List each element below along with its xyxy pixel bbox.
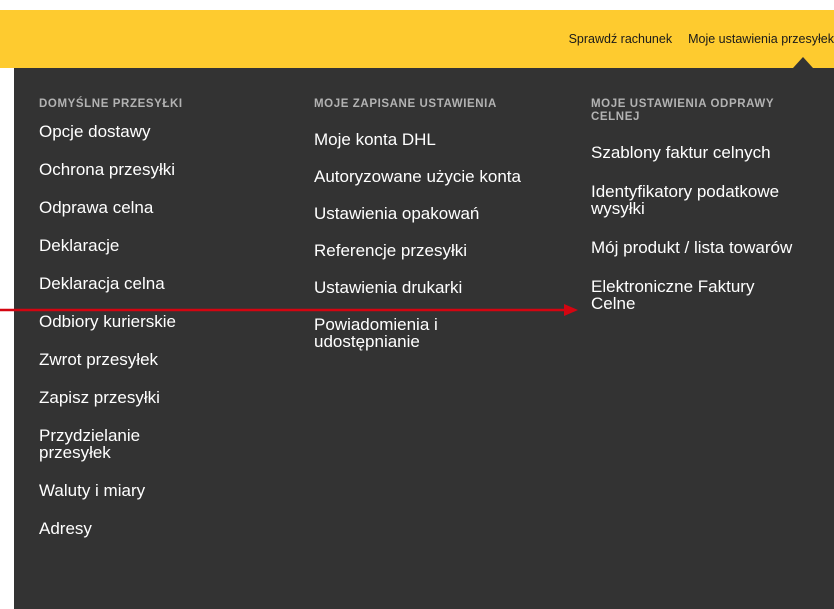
menu-item-return-shipments[interactable]: Zwrot przesyłek <box>39 351 269 368</box>
check-account-link[interactable]: Sprawdź rachunek <box>569 32 673 46</box>
column-heading: DOMYŚLNE PRZESYŁKI <box>39 98 183 110</box>
menu-item-customs-clearance[interactable]: Odprawa celna <box>39 199 269 216</box>
menu-column-default-shipments: DOMYŚLNE PRZESYŁKI Opcje dostawy Ochrona… <box>39 98 269 558</box>
menu-item-save-shipments[interactable]: Zapisz przesyłki <box>39 389 269 406</box>
red-arrow-icon <box>0 304 578 316</box>
column-heading: MOJE USTAWIENIA ODPRAWY CELNEJ <box>591 98 774 123</box>
menu-item-notifications-sharing[interactable]: Powiadomienia i udostępnianie <box>314 316 539 350</box>
menu-list: Szablony faktur celnych Identyfikatory p… <box>591 144 826 312</box>
caret-up-icon <box>793 57 813 68</box>
menu-column-customs-settings: MOJE USTAWIENIA ODPRAWY CELNEJ Szablony … <box>591 98 826 334</box>
shipping-settings-dropdown: DOMYŚLNE PRZESYŁKI Opcje dostawy Ochrona… <box>14 68 834 609</box>
menu-item-printer-settings[interactable]: Ustawienia drukarki <box>314 279 554 296</box>
menu-item-packaging-settings[interactable]: Ustawienia opakowań <box>314 205 554 222</box>
menu-item-assign-shipments[interactable]: Przydzielanie przesyłek <box>39 427 209 461</box>
menu-item-electronic-invoices[interactable]: Elektroniczne Faktury Celne <box>591 278 801 312</box>
column-heading: MOJE ZAPISANE USTAWIENIA <box>314 98 497 110</box>
menu-item-customs-declaration[interactable]: Deklaracja celna <box>39 275 269 292</box>
menu-item-declarations[interactable]: Deklaracje <box>39 237 269 254</box>
red-arrow-head <box>564 304 578 316</box>
menu-item-shipment-references[interactable]: Referencje przesyłki <box>314 242 554 259</box>
menu-item-addresses[interactable]: Adresy <box>39 520 269 537</box>
menu-item-customs-invoice-templates[interactable]: Szablony faktur celnych <box>591 144 801 161</box>
menu-item-dhl-accounts[interactable]: Moje konta DHL <box>314 131 554 148</box>
menu-list: Opcje dostawy Ochrona przesyłki Odprawa … <box>39 123 269 537</box>
menu-item-currencies-units[interactable]: Waluty i miary <box>39 482 269 499</box>
menu-column-saved-settings: MOJE ZAPISANE USTAWIENIA Moje konta DHL … <box>314 98 554 370</box>
menu-item-product-list[interactable]: Mój produkt / lista towarów <box>591 239 801 256</box>
menu-item-delivery-options[interactable]: Opcje dostawy <box>39 123 269 140</box>
menu-item-shipment-protection[interactable]: Ochrona przesyłki <box>39 161 269 178</box>
menu-item-authorized-account-use[interactable]: Autoryzowane użycie konta <box>314 168 539 185</box>
top-navigation-bar: Sprawdź rachunek Moje ustawienia przesył… <box>0 10 834 68</box>
menu-item-tax-identifiers[interactable]: Identyfikatory podatkowe wysyłki <box>591 183 801 217</box>
shipping-settings-link[interactable]: Moje ustawienia przesyłek <box>688 32 834 46</box>
